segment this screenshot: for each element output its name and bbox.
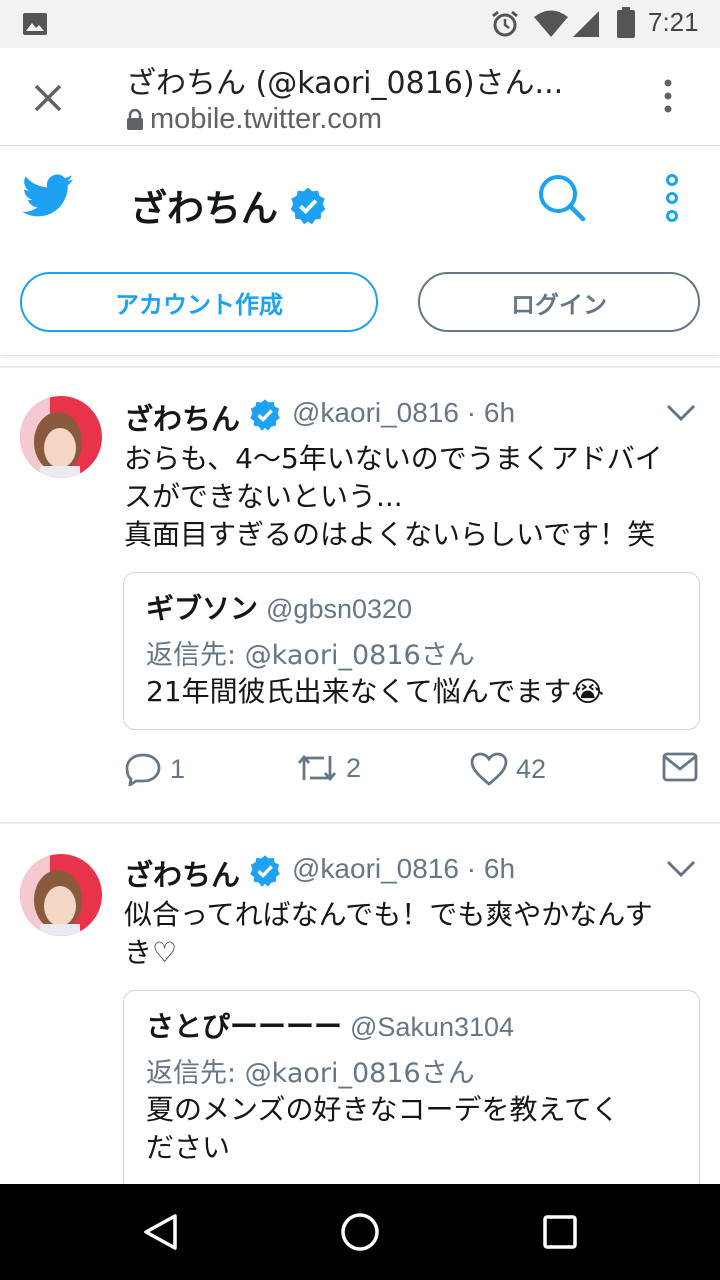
heart-icon bbox=[470, 752, 508, 786]
like-button[interactable]: 42 bbox=[470, 752, 546, 786]
alarm-icon bbox=[492, 10, 518, 37]
recents-square-icon bbox=[543, 1215, 577, 1249]
verified-badge-icon bbox=[250, 399, 280, 431]
back-button[interactable] bbox=[140, 1212, 180, 1252]
url-row[interactable]: mobile.twitter.com bbox=[126, 103, 382, 136]
verified-badge-icon bbox=[250, 855, 280, 887]
tweet-text: 似合ってればなんでも！でも爽やかなんす き♡ bbox=[124, 896, 704, 972]
wifi-icon bbox=[534, 10, 568, 37]
reply-count: 1 bbox=[170, 753, 186, 784]
url-text: mobile.twitter.com bbox=[150, 103, 383, 135]
avatar[interactable] bbox=[20, 396, 102, 478]
retweet-icon bbox=[297, 754, 337, 782]
retweet-count: 2 bbox=[346, 752, 362, 783]
home-button[interactable] bbox=[340, 1212, 380, 1252]
tweet-time: 6h bbox=[483, 397, 516, 428]
verified-badge-icon bbox=[290, 187, 326, 225]
login-button[interactable]: ログイン bbox=[418, 272, 700, 332]
like-count: 42 bbox=[516, 753, 547, 784]
signup-button[interactable]: アカウント作成 bbox=[20, 272, 378, 332]
profile-name: ざわちん bbox=[130, 187, 278, 230]
chevron-down-icon[interactable] bbox=[666, 404, 696, 422]
quoted-author-name: さとぴーーーー bbox=[146, 1010, 343, 1043]
tweet-author-name: ざわちん bbox=[124, 858, 241, 892]
tweet-author-name: ざわちん bbox=[124, 402, 241, 436]
quoted-author-handle: @gbsn0320 bbox=[266, 594, 413, 624]
home-circle-icon bbox=[341, 1213, 379, 1251]
close-icon bbox=[34, 84, 62, 112]
search-icon[interactable] bbox=[536, 172, 588, 224]
quoted-text-line: ださい bbox=[146, 1131, 231, 1164]
recents-button[interactable] bbox=[540, 1212, 580, 1252]
quoted-tweet[interactable]: ギブソン @gbsn0320 返信先: @kaori_0816さん 21年間彼氏出… bbox=[123, 572, 700, 730]
tweet[interactable]: ざわちん @kaori_0816 · 6h おらも、4〜5年いないのでうまくアド… bbox=[0, 368, 720, 822]
quoted-text-line: 夏のメンズの好きなコーデを教えてく bbox=[146, 1093, 620, 1126]
lock-icon bbox=[127, 108, 143, 130]
more-vert-icon bbox=[664, 79, 672, 113]
reply-to-label: 返信先: @kaori_0816さん bbox=[146, 640, 475, 671]
more-options-icon[interactable] bbox=[660, 174, 684, 222]
direct-message-button[interactable] bbox=[662, 752, 698, 782]
chevron-down-icon[interactable] bbox=[666, 860, 696, 878]
battery-icon bbox=[617, 7, 635, 38]
handle-text: @kaori_0816 bbox=[292, 397, 459, 428]
quoted-tweet-text: 21年間彼氏出来なくて悩んでます😭 bbox=[146, 675, 605, 708]
quoted-author-handle: @Sakun3104 bbox=[350, 1012, 515, 1042]
tweet-text-line: スができないという... bbox=[124, 480, 403, 513]
tweet-text-line: おらも、4〜5年いないのでうまくアドバイ bbox=[124, 442, 663, 475]
tweet-text-line: 似合ってればなんでも！でも爽やかなんす bbox=[124, 898, 653, 931]
tweet-text-line: 真面目すぎるのはよくないらしいです！笑 bbox=[124, 518, 656, 551]
quoted-tweet-text: 夏のメンズの好きなコーデを教えてく ださい bbox=[146, 1091, 666, 1167]
status-bar: 7:21 bbox=[0, 0, 720, 48]
twitter-bird-icon[interactable] bbox=[22, 174, 74, 218]
handle-text: @kaori_0816 bbox=[292, 853, 459, 884]
system-navigation-bar bbox=[0, 1184, 720, 1280]
image-notification-icon bbox=[23, 13, 47, 35]
tweet-actions: 1 2 42 bbox=[0, 752, 720, 792]
retweet-button[interactable]: 2 bbox=[296, 752, 361, 784]
tweet-time: 6h bbox=[483, 853, 516, 884]
tweet-author-handle: @kaori_0816 · 6h bbox=[292, 853, 516, 884]
avatar-photo bbox=[20, 396, 102, 478]
twitter-header: ざわちん アカウント作成 ログイン bbox=[0, 146, 720, 356]
browser-menu-button[interactable] bbox=[652, 76, 684, 116]
mail-icon bbox=[662, 752, 698, 782]
tweet-text-line: き♡ bbox=[124, 936, 178, 969]
avatar[interactable] bbox=[20, 854, 102, 936]
quoted-tweet[interactable]: さとぴーーーー @Sakun3104 返信先: @kaori_0816さん 夏のメ… bbox=[123, 990, 700, 1200]
reply-to-label: 返信先: @kaori_0816さん bbox=[146, 1058, 475, 1089]
tweet-author-handle: @kaori_0816 · 6h bbox=[292, 397, 516, 428]
avatar-photo bbox=[20, 854, 102, 936]
reply-button[interactable]: 1 bbox=[124, 752, 185, 786]
close-tab-button[interactable] bbox=[22, 72, 74, 124]
back-triangle-icon bbox=[144, 1214, 177, 1250]
tweet[interactable]: ざわちん @kaori_0816 · 6h 似合ってればなんでも！でも爽やかなん… bbox=[0, 824, 720, 1200]
browser-toolbar: ざわちん (@kaori_0816)さん... mobile.twitter.c… bbox=[0, 48, 720, 146]
page-title: ざわちん (@kaori_0816)さん... bbox=[126, 66, 564, 101]
cell-signal-icon bbox=[573, 11, 599, 37]
clock: 7:21 bbox=[648, 7, 699, 37]
reply-icon bbox=[125, 753, 161, 786]
tweet-text: おらも、4〜5年いないのでうまくアドバイ スができないという... 真面目すぎる… bbox=[124, 440, 704, 554]
quoted-author-name: ギブソン bbox=[146, 592, 259, 625]
